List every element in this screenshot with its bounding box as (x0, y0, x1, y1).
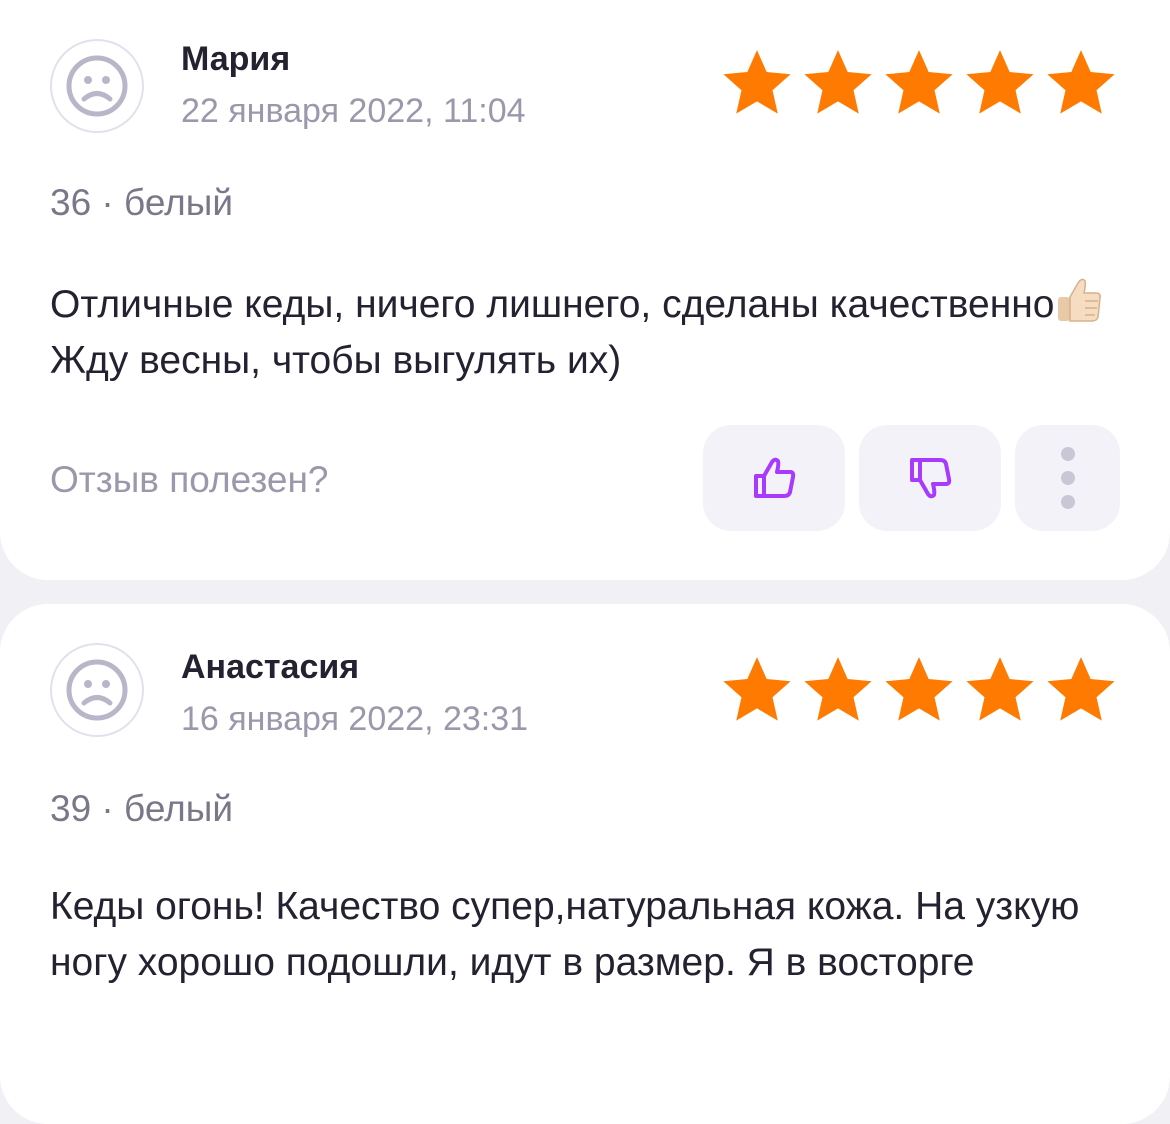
helpful-question: Отзыв полезен? (50, 459, 329, 500)
star-icon (885, 50, 953, 114)
star-icon (966, 50, 1034, 114)
star-rating (718, 45, 1120, 121)
star-icon (723, 657, 791, 721)
review-text: Кеды огонь! Качество супер,натуральная к… (50, 885, 1080, 984)
dislike-button[interactable] (859, 425, 1001, 531)
more-options-button[interactable] (1015, 425, 1120, 531)
like-button[interactable] (703, 425, 845, 531)
avatar (50, 643, 144, 737)
review-text-part1: Отличные кеды, ничего лишнего, сделаны к… (50, 283, 1055, 326)
review-text: Отличные кеды, ничего лишнего, сделаны к… (50, 275, 1130, 389)
star-icon (804, 657, 872, 721)
thumbs-down-icon (910, 458, 952, 499)
more-vertical-icon (1060, 447, 1075, 509)
star-icon (1047, 657, 1115, 721)
sad-face-icon (66, 55, 128, 117)
review-card: Анастасия 16 января 2022, 23:31 39 · бел… (0, 604, 1170, 1124)
sad-face-icon (66, 659, 128, 721)
star-icon (1047, 50, 1115, 114)
review-text-part2: Жду весны, чтобы выгулять их) (50, 339, 622, 382)
avatar (50, 39, 144, 133)
review-card: Мария 22 января 2022, 11:04 36 · белый О… (0, 0, 1170, 580)
star-icon (885, 657, 953, 721)
star-rating (718, 652, 1120, 728)
thumbs-up-icon (754, 457, 796, 498)
star-icon (966, 657, 1034, 721)
review-author: Анастасия (181, 648, 360, 686)
star-icon (804, 50, 872, 114)
star-icon (723, 50, 791, 114)
review-date: 16 января 2022, 23:31 (181, 700, 529, 738)
review-author: Мария (181, 40, 291, 78)
thumbs-up-emoji (1058, 278, 1102, 322)
review-date: 22 января 2022, 11:04 (181, 92, 526, 130)
size-color-info: 36 · белый (50, 182, 234, 223)
size-color-info: 39 · белый (50, 788, 234, 829)
